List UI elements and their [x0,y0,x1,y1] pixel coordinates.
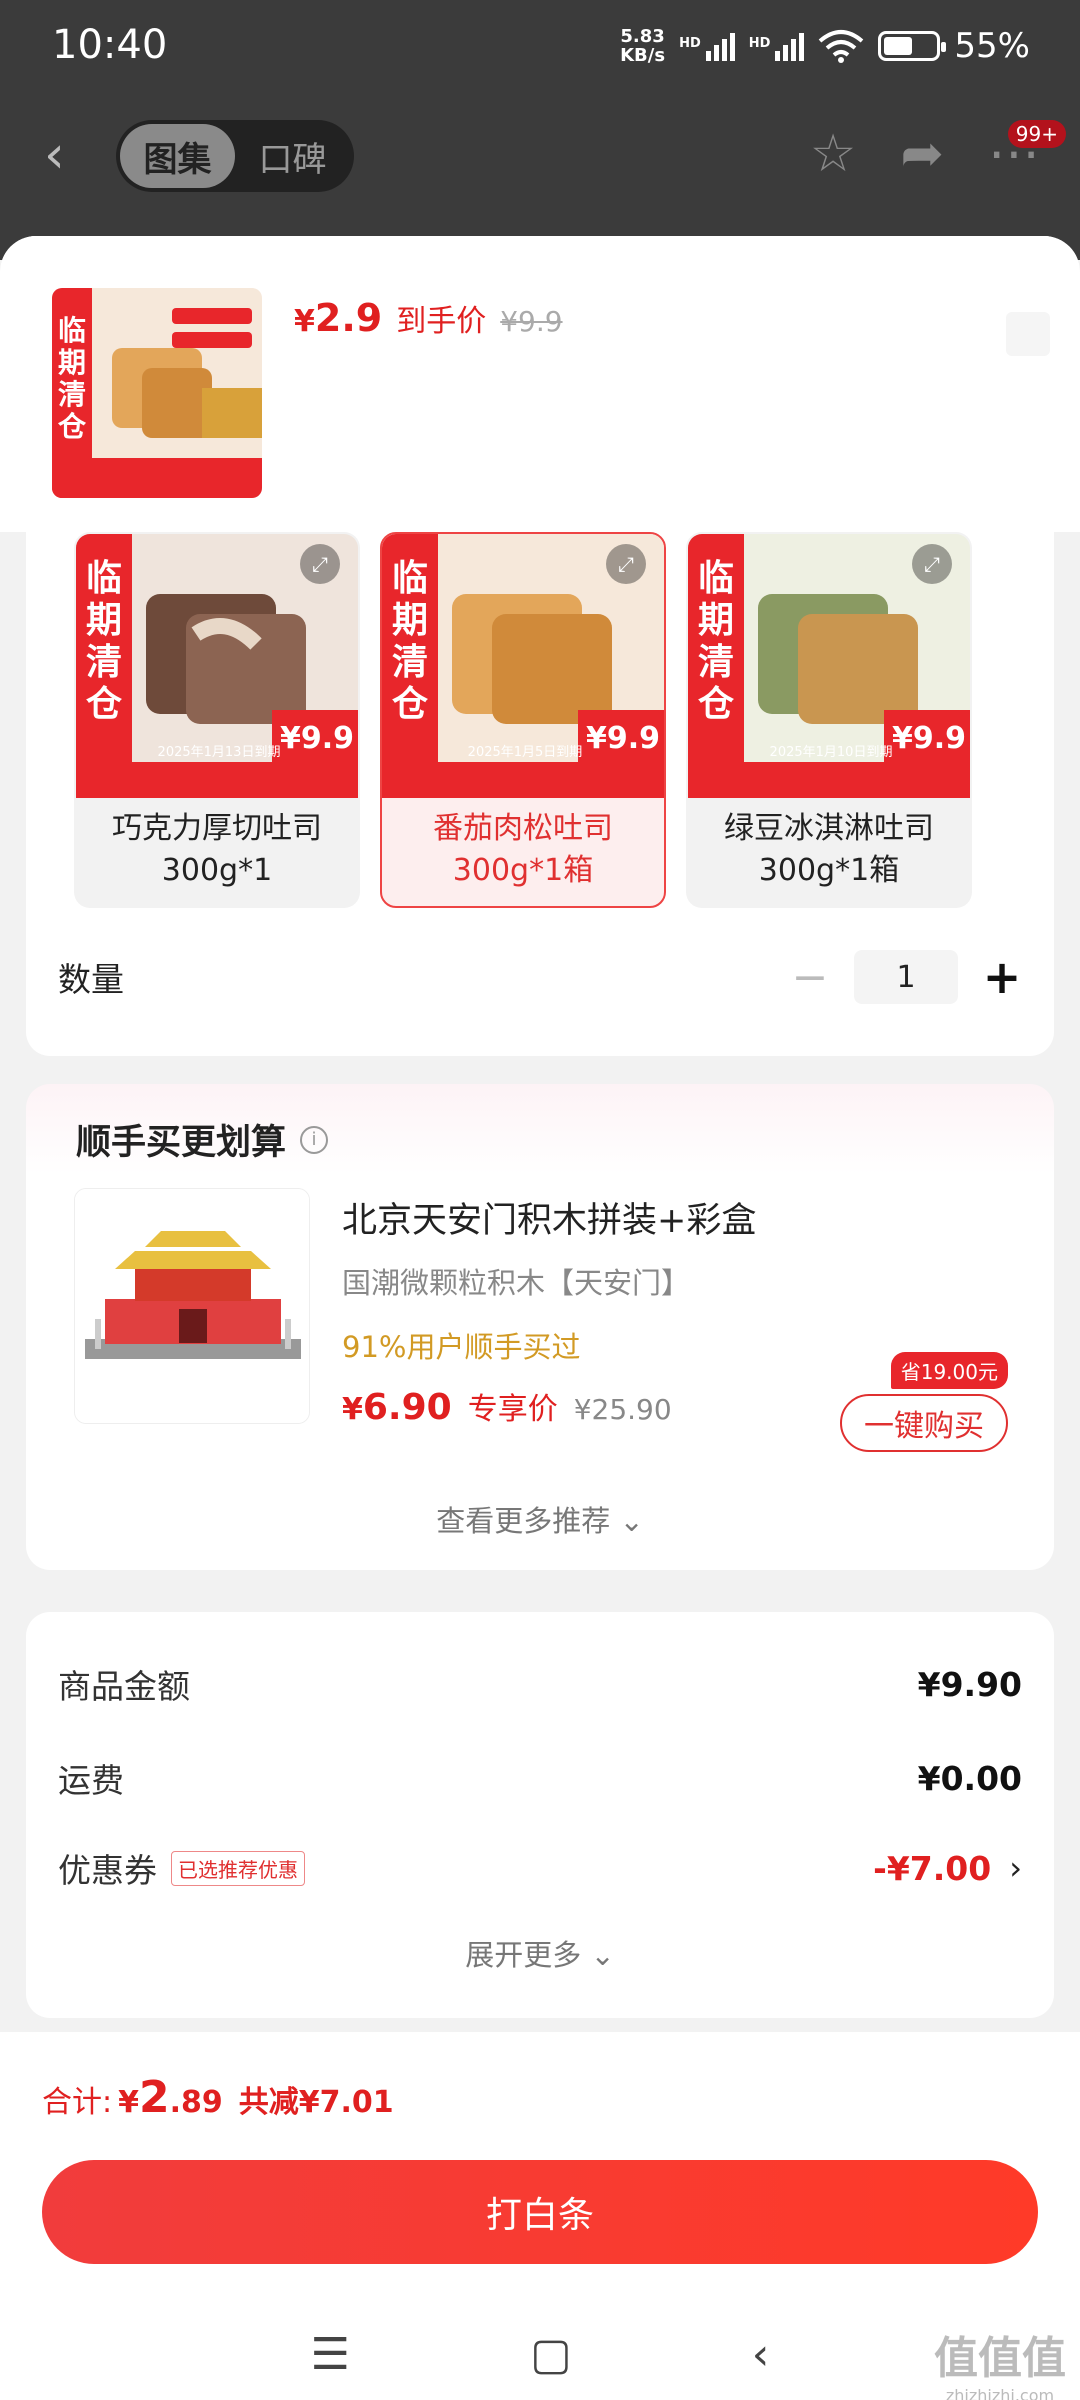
svg-text:临: 临 [58,314,86,347]
checkout-bar: 合计: ¥ 2 .89 共减¥7.01 打白条 ☰ ▢ ‹ 值值值 zhizhi… [0,2032,1080,2400]
battery-percent: 55% [954,26,1030,66]
battery-icon [878,31,947,61]
increase-button[interactable]: + [980,950,1024,1004]
variant-image: 临 期 清 仓 ¥9.9 2025年1月13日到期 ⤢ [76,534,358,798]
summary-row-coupon[interactable]: 优惠券 已选推荐优惠 -¥7.00 › [58,1844,1022,1892]
message-badge: 99+ [1007,120,1066,148]
addon-image[interactable] [74,1188,310,1424]
svg-text:2025年1月5日到期: 2025年1月5日到期 [468,745,583,760]
variant-label: 番茄肉松吐司 300g*1箱 [433,811,613,888]
svg-text:期: 期 [392,600,428,641]
variant-list: 临 期 清 仓 ¥9.9 2025年1月13日到期 ⤢ 巧克力厚切吐司 300g… [74,532,974,908]
status-icons: 5.83 KB/s HD HD 55% [620,26,1030,66]
svg-text:仓: 仓 [698,684,734,725]
chevron-down-icon: ⌄ [619,1504,644,1538]
addon-stat: 91%用户顺手买过 [342,1330,581,1364]
addon-subtitle: 国潮微颗粒积木【天安门】 [342,1266,691,1300]
quantity-input[interactable]: 1 [854,950,958,1004]
chevron-right-icon: › [1009,1849,1022,1887]
svg-text:仓: 仓 [392,684,428,725]
variant-option[interactable]: 临 期 清 仓 ¥9.9 2025年1月13日到期 ⤢ 巧克力厚切吐司 300g… [74,532,360,908]
product-price: ¥2.9 到手价 ¥9.9 [294,296,563,340]
svg-text:清: 清 [392,642,428,683]
variant-image: 临 期 清 仓 ¥9.9 2025年1月5日到期 ⤢ [382,534,664,798]
addon-section-title: 顺手买更划算 i [76,1114,329,1165]
svg-text:清: 清 [58,378,86,411]
zoom-icon[interactable]: ⤢ [912,544,952,584]
svg-text:清: 清 [698,642,734,683]
svg-text:临: 临 [392,558,428,599]
svg-text:2025年1月13日到期: 2025年1月13日到期 [158,745,281,760]
expand-more-link[interactable]: 展开更多 ⌄ [26,1932,1054,1974]
signal-icon: HD [679,31,735,61]
svg-text:临: 临 [86,558,122,599]
one-click-buy-button[interactable]: 一键购买 [840,1394,1008,1452]
variant-label: 巧克力厚切吐司 300g*1 [112,811,322,888]
summary-row-shipping: 运费 ¥0.00 [58,1758,1022,1801]
variant-label: 绿豆冰淇淋吐司 300g*1箱 [724,811,934,888]
close-button[interactable] [1006,312,1050,356]
svg-text:¥9.9: ¥9.9 [892,721,966,756]
addon-title[interactable]: 北京天安门积木拼装+彩盒 [342,1192,756,1243]
zoom-icon[interactable]: ⤢ [300,544,340,584]
variant-option-selected[interactable]: 临 期 清 仓 ¥9.9 2025年1月5日到期 ⤢ 番茄肉松吐司 300g*1… [380,532,666,908]
product-header: 临 期 清 仓 ¥2.9 到手价 ¥9.9 [0,236,1080,532]
tab-reviews[interactable]: 口碑 [235,124,350,188]
price-summary-card: 商品金额 ¥9.90 运费 ¥0.00 优惠券 已选推荐优惠 -¥7.00 › 展… [26,1612,1054,2018]
svg-text:仓: 仓 [86,684,122,725]
summary-row-goods: 商品金额 ¥9.90 [58,1664,1022,1707]
variant-image: 临 期 清 仓 ¥9.9 2025年1月10日到期 ⤢ [688,534,970,798]
tab-gallery[interactable]: 图集 [120,124,235,188]
background-page: 10:40 5.83 KB/s HD HD 55% ‹ 图集 口碑 ☆ ➦ ⋯ … [0,0,1080,260]
addon-card: 顺手买更划算 i 北京天安门积木拼装+彩盒 国潮微颗粒积木【天安门】 91%用户… [26,1084,1054,1570]
nav-actions: ☆ ➦ ⋯ [810,124,1040,184]
svg-text:2025年1月10日到期: 2025年1月10日到期 [770,745,893,760]
back-icon[interactable]: ‹ [44,129,84,181]
decrease-button[interactable]: − [788,952,832,1003]
svg-text:¥9.9: ¥9.9 [586,721,660,756]
top-nav: ‹ 图集 口碑 ☆ ➦ ⋯ 99+ [0,110,1080,200]
back-nav-icon[interactable]: ‹ [752,2329,770,2380]
quantity-row: 数量 − 1 + [58,942,1024,1012]
system-nav-bar: ☰ ▢ ‹ [0,2324,1080,2384]
more-recommendations-link[interactable]: 查看更多推荐 ⌄ [26,1498,1054,1540]
coupon-tag: 已选推荐优惠 [171,1850,305,1886]
watermark: 值值值 zhizhizhi.com [934,2333,1066,2400]
status-time: 10:40 [52,22,168,68]
save-badge: 省19.00元 [890,1352,1008,1389]
svg-text:期: 期 [58,346,86,379]
tab-switcher: 图集 口碑 [116,120,354,192]
svg-text:¥9.9: ¥9.9 [280,721,354,756]
variant-option[interactable]: 临 期 清 仓 ¥9.9 2025年1月10日到期 ⤢ 绿豆冰淇淋吐司 300g… [686,532,972,908]
wifi-icon [819,30,864,63]
quantity-label: 数量 [58,960,124,999]
home-icon[interactable]: ▢ [530,2329,572,2380]
svg-text:清: 清 [86,642,122,683]
favorite-star-icon[interactable]: ☆ [810,124,857,184]
purchase-sheet: 临 期 清 仓 ¥2.9 到手价 ¥9.9 临 期 清 仓 ¥9.9 2025年… [0,236,1080,2400]
svg-text:期: 期 [698,600,734,641]
addon-price: ¥6.90 专享价 ¥25.90 [342,1387,672,1428]
total-price: 合计: ¥ 2 .89 共减¥7.01 [42,2072,394,2123]
zoom-icon[interactable]: ⤢ [606,544,646,584]
info-icon[interactable]: i [300,1125,329,1154]
signal-icon: HD [749,31,805,61]
menu-icon[interactable]: ☰ [311,2329,350,2380]
svg-text:期: 期 [86,600,122,641]
share-icon[interactable]: ➦ [900,124,944,184]
svg-text:仓: 仓 [58,410,87,443]
status-bar: 10:40 5.83 KB/s HD HD 55% [0,0,1080,96]
product-thumbnail[interactable]: 临 期 清 仓 [52,288,262,498]
net-speed: 5.83 KB/s [620,26,666,66]
svg-text:临: 临 [698,558,734,599]
pay-button[interactable]: 打白条 [42,2160,1038,2264]
chevron-down-icon: ⌄ [590,1938,615,1972]
